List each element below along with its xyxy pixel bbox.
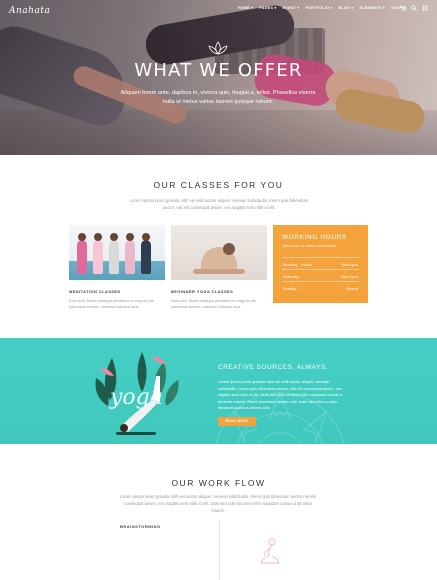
hours-row: Sunday Closed <box>282 281 359 293</box>
lotus-icon <box>208 41 228 55</box>
classes-intro: Lorem ipsum proin gravida nibh vel velit… <box>129 198 309 210</box>
yoga-figure <box>93 233 103 274</box>
yoga-pose-legs <box>193 269 245 274</box>
nav-item-pages[interactable]: PAGES ▾ <box>259 6 276 10</box>
working-hours-subtitle: Visit us at our office some times <box>282 244 336 248</box>
site-logo[interactable]: Anahata <box>9 6 50 16</box>
beginner-yoga-text: Duis sunt. Morie tuttisque penatibus et … <box>171 299 256 309</box>
meditation-icon <box>260 538 280 564</box>
workflow-intro: Lorem ipsum amet gravida nibh vel auctor… <box>119 494 317 513</box>
beginner-yoga-image[interactable] <box>171 225 267 280</box>
hours-time: Closed <box>345 286 358 291</box>
hours-day: Saturday <box>283 274 300 279</box>
workflow-title: OUR WORK FLOW <box>171 478 266 488</box>
menu-icon[interactable] <box>422 5 428 13</box>
workflow-step-label: BRAINSTORMING <box>120 524 161 529</box>
hours-row: Monday - Friday 9am-5pm <box>282 257 359 269</box>
meditation-class-image[interactable] <box>69 225 165 280</box>
creative-text: Lorem ipsum proin gravida nibh vel velit… <box>218 379 343 411</box>
yoga-figure <box>109 233 119 274</box>
yoga-illustration: yoga <box>95 352 179 435</box>
working-hours-title: WORKING HOURS <box>282 234 347 241</box>
nav-item-event[interactable]: EVENT ▾ <box>283 6 300 10</box>
hours-time: 9am-5pm <box>341 262 358 267</box>
meditation-class-text: Duis sunt. Morie tuttisque penatibus et … <box>69 299 154 309</box>
beginner-yoga-label[interactable]: BEGINNER YOGA CLASSES <box>171 289 233 294</box>
classes-title: OUR CLASSES FOR YOU <box>153 180 284 190</box>
timeline-line <box>219 520 220 580</box>
creative-title: CREATIVE SOURCES, ALWAYS. <box>218 364 329 371</box>
yoga-figure <box>77 233 87 274</box>
nav-item-blog[interactable]: BLOG ▾ <box>339 6 354 10</box>
hero-subtitle: Aliquam lorem ante, dapibus in, viverra … <box>120 90 316 105</box>
cart-icon[interactable] <box>400 5 407 13</box>
hours-time: 9am-1pm <box>341 274 358 279</box>
nav-item-home[interactable]: HOME ▾ <box>238 6 253 10</box>
hours-day: Sunday <box>283 286 297 291</box>
nav-icons <box>400 5 428 13</box>
yoga-pose-head <box>223 243 235 255</box>
nav-item-portfolio[interactable]: PORTFOLIO ▾ <box>306 6 333 10</box>
hours-row: Saturday 9am-1pm <box>282 269 359 281</box>
working-hours-box: WORKING HOURS Visit us at our office som… <box>273 225 368 303</box>
yoga-figure <box>125 233 135 274</box>
main-nav: HOME ▾ PAGES ▾ EVENT ▾ PORTFOLIO ▾ BLOG … <box>238 6 406 10</box>
hours-day: Monday - Friday <box>283 262 312 267</box>
hero-banner: Anahata HOME ▾ PAGES ▾ EVENT ▾ PORTFOLIO… <box>0 0 437 155</box>
yoga-figure <box>141 233 151 274</box>
hero-title: WHAT WE OFFER <box>134 60 303 81</box>
nav-item-elements[interactable]: ELEMENTS ▾ <box>360 6 385 10</box>
search-icon[interactable] <box>411 5 417 13</box>
meditation-class-label[interactable]: MEDITATION CLASSES <box>69 289 121 294</box>
read-more-button[interactable]: READ MORE <box>218 417 256 426</box>
